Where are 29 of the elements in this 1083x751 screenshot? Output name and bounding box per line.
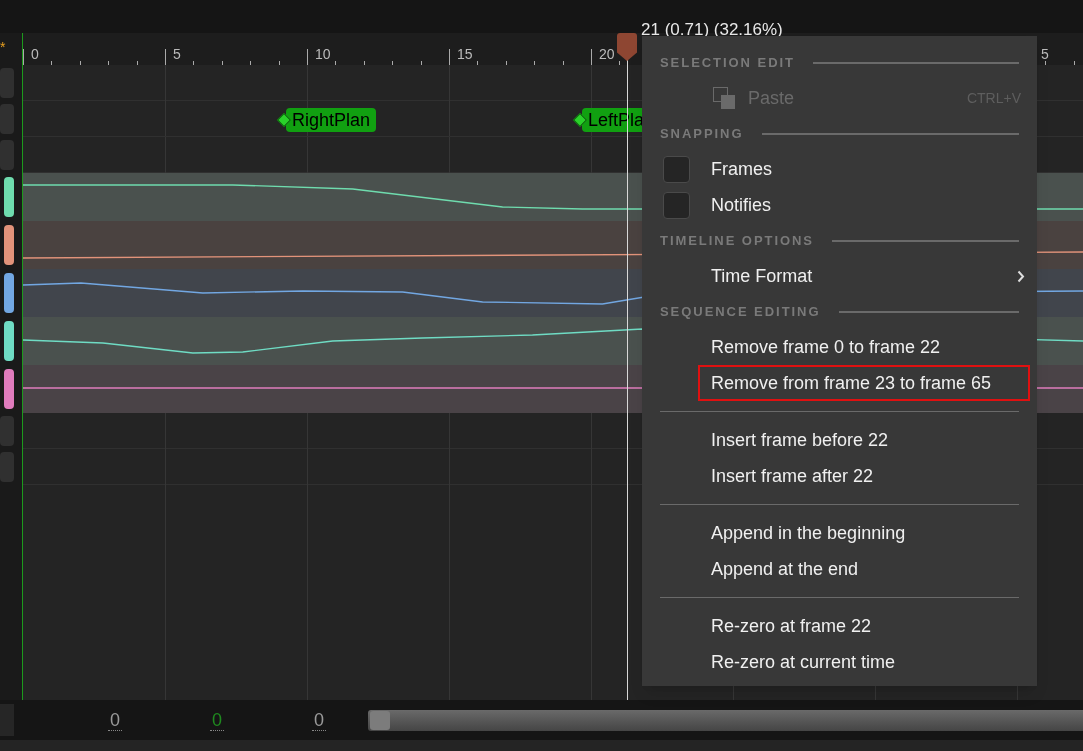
modified-mark: * [0,38,6,57]
scrollbar[interactable] [368,709,1083,731]
menu-item[interactable]: Insert frame before 22 [698,422,1030,458]
menu-item-label[interactable]: Notifies [711,191,772,219]
section-header: SNAPPING [660,124,744,143]
menu-item[interactable]: Re-zero at frame 22 [698,608,1030,644]
ruler-label: 5 [173,47,181,61]
menu-item-label[interactable]: Frames [711,155,772,183]
ruler-label: 20 [599,47,615,61]
ruler-label: 5 [1041,47,1049,61]
menu-item[interactable]: Append at the end [698,551,1030,587]
menu-item[interactable]: Remove frame 0 to frame 22 [698,329,1030,365]
menu-item[interactable]: Re-zero at current time [698,644,1030,680]
section-header: TIMELINE OPTIONS [660,231,814,250]
checkbox[interactable] [663,155,690,183]
menu-item[interactable]: Insert frame after 22 [698,458,1030,494]
menu-item[interactable]: Time Format [642,258,1037,294]
ruler-label: 10 [315,47,331,61]
chevron-right-icon [1017,269,1025,283]
ruler-label: 0 [31,47,39,61]
ruler-label: 15 [457,47,473,61]
menu-item[interactable]: Append in the beginning [698,515,1030,551]
number-field[interactable]: 0 [268,706,370,734]
number-field[interactable]: 0 [64,706,166,734]
number-field[interactable]: 0 [166,706,268,734]
menu-item[interactable]: Remove from frame 23 to frame 65 [698,365,1030,401]
checkbox[interactable] [663,191,690,219]
section-header: SEQUENCE EDITING [660,302,821,321]
scrollbar-thumb[interactable] [370,710,390,730]
